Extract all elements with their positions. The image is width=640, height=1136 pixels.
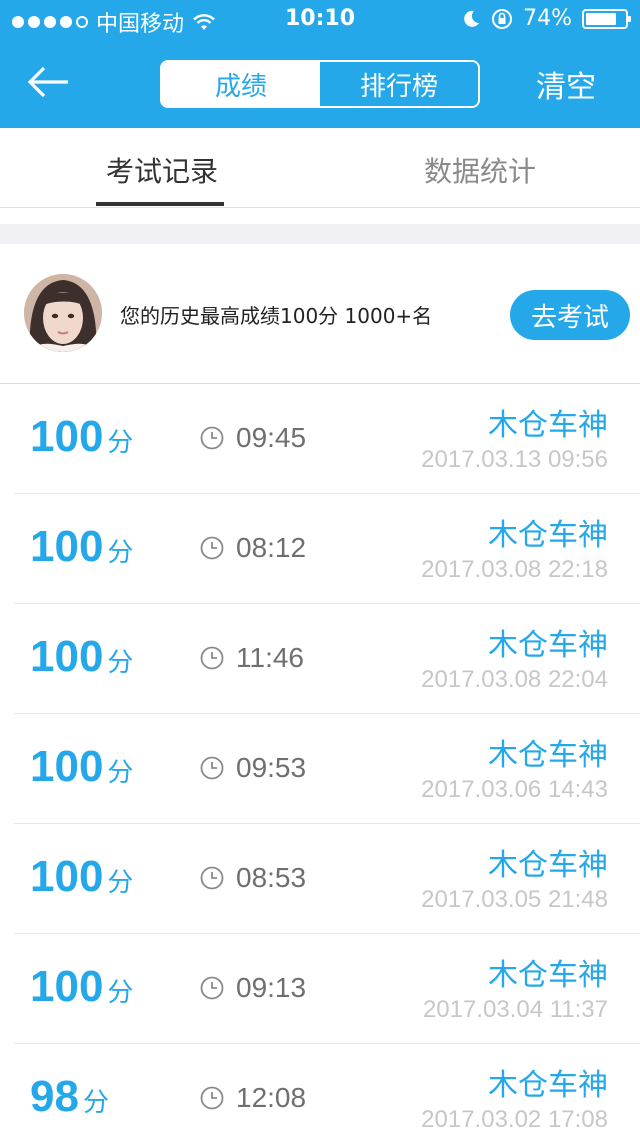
take-exam-button[interactable]: 去考试 — [510, 290, 630, 340]
list-item[interactable]: 100 分 09:45 木仓车神 2017.03.13 09:56 — [14, 384, 640, 494]
status-right: 74% — [461, 6, 631, 31]
tab-exam-records[interactable]: 考试记录 — [106, 150, 218, 190]
list-item[interactable]: 100 分 11:46 木仓车神 2017.03.08 22:04 — [14, 604, 640, 714]
score: 100 分 — [30, 632, 133, 682]
score-value: 100 — [30, 852, 104, 901]
score-value: 100 — [30, 522, 104, 571]
avatar — [24, 274, 102, 352]
score-value: 100 — [30, 962, 104, 1011]
duration: 08:12 — [236, 532, 307, 563]
clock-icon — [200, 866, 224, 890]
user-name: 木仓车神 — [488, 1068, 608, 1103]
clock-icon — [200, 756, 224, 780]
section-divider — [0, 224, 640, 244]
score-unit: 分 — [107, 537, 134, 567]
clock-icon — [200, 426, 224, 450]
segmented-control: 成绩 排行榜 — [160, 60, 480, 108]
user-name: 木仓车神 — [488, 738, 608, 773]
score: 100 分 — [30, 412, 133, 462]
summary-row: 您的历史最高成绩100分 1000+名 去考试 — [0, 244, 640, 384]
nav-bar: 成绩 排行榜 清空 — [0, 40, 640, 128]
record-date: 2017.03.08 22:18 — [421, 556, 608, 583]
score-value: 100 — [30, 632, 104, 681]
user-name: 木仓车神 — [488, 628, 608, 663]
score: 100 分 — [30, 522, 133, 572]
status-bar: 中国移动 10:10 74% — [0, 0, 640, 40]
list-item[interactable]: 100 分 08:53 木仓车神 2017.03.05 21:48 — [14, 824, 640, 934]
score-value: 98 — [30, 1072, 79, 1121]
score-value: 100 — [30, 742, 104, 791]
record-date: 2017.03.13 09:56 — [421, 446, 608, 473]
list-item[interactable]: 100 分 08:12 木仓车神 2017.03.08 22:18 — [14, 494, 640, 604]
score-unit: 分 — [107, 867, 134, 897]
duration: 08:53 — [236, 862, 307, 893]
score-unit: 分 — [82, 1087, 109, 1117]
sub-tabs: 考试记录 数据统计 — [0, 128, 640, 208]
list-item[interactable]: 98 分 12:08 木仓车神 2017.03.02 17:08 — [14, 1044, 640, 1136]
moon-icon — [464, 10, 480, 27]
clock-icon — [200, 646, 224, 670]
segment-ranking[interactable]: 排行榜 — [320, 62, 478, 106]
back-arrow-icon[interactable] — [24, 60, 72, 104]
duration: 09:45 — [236, 422, 307, 453]
score-unit: 分 — [107, 427, 134, 457]
record-date: 2017.03.02 17:08 — [421, 1106, 608, 1133]
battery-percent: 74% — [523, 6, 572, 31]
record-date: 2017.03.06 14:43 — [421, 776, 608, 803]
list-item[interactable]: 100 分 09:13 木仓车神 2017.03.04 11:37 — [14, 934, 640, 1044]
list-item[interactable]: 100 分 09:53 木仓车神 2017.03.06 14:43 — [14, 714, 640, 824]
score: 100 分 — [30, 962, 133, 1012]
segment-score[interactable]: 成绩 — [162, 62, 320, 106]
duration: 12:08 — [236, 1082, 307, 1113]
battery-icon — [582, 8, 631, 29]
rotation-lock-icon — [492, 8, 513, 29]
tab-underline — [96, 202, 224, 206]
duration: 09:13 — [236, 972, 307, 1003]
score: 98 分 — [30, 1072, 109, 1122]
score-unit: 分 — [107, 977, 134, 1007]
records-list: 100 分 09:45 木仓车神 2017.03.13 09:56 100 分 08… — [0, 384, 640, 1136]
record-date: 2017.03.08 22:04 — [421, 666, 608, 693]
best-score-text: 您的历史最高成绩100分 1000+名 — [120, 304, 433, 328]
duration: 09:53 — [236, 752, 307, 783]
user-name: 木仓车神 — [488, 518, 608, 553]
clear-button[interactable]: 清空 — [536, 62, 596, 106]
duration: 11:46 — [236, 642, 304, 673]
record-date: 2017.03.04 11:37 — [422, 996, 608, 1023]
score-unit: 分 — [107, 757, 134, 787]
user-name: 木仓车神 — [488, 848, 608, 883]
score-value: 100 — [30, 412, 104, 461]
record-date: 2017.03.05 21:48 — [421, 886, 608, 913]
tab-data-statistics[interactable]: 数据统计 — [424, 150, 536, 190]
clock-icon — [200, 1086, 224, 1110]
score-unit: 分 — [107, 647, 134, 677]
user-name: 木仓车神 — [488, 958, 608, 993]
clock-icon — [200, 536, 224, 560]
score: 100 分 — [30, 742, 133, 792]
clock-icon — [200, 976, 224, 1000]
user-name: 木仓车神 — [488, 408, 608, 443]
top-bar: 中国移动 10:10 74% 成绩 排行榜 清空 — [0, 0, 640, 128]
score: 100 分 — [30, 852, 133, 902]
